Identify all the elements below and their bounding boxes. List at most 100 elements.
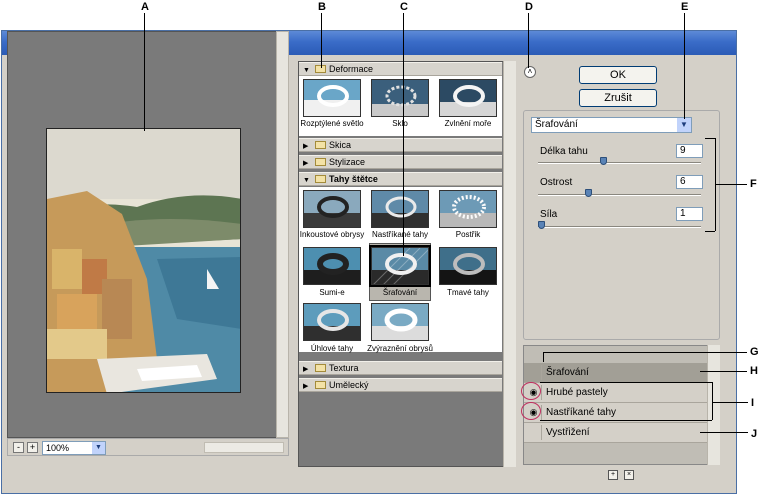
filter-thumb-tmave-tahy[interactable]: [439, 247, 497, 285]
leader-line: [403, 13, 404, 256]
folder-icon: [315, 175, 326, 183]
zoom-value: 100%: [46, 443, 70, 453]
zoom-select[interactable]: 100% ▼: [42, 441, 106, 455]
param-label-stroke-length: Délka tahu: [540, 146, 588, 157]
param-slider-track[interactable]: [538, 194, 701, 196]
filter-label: Úhlové tahy: [310, 344, 354, 353]
filter-select[interactable]: Šrafování ▼: [531, 117, 692, 133]
chevron-down-icon: ▼: [677, 118, 691, 132]
filter-thumb-postrik[interactable]: [439, 190, 497, 228]
cancel-button[interactable]: Zrušit: [579, 89, 657, 107]
filter-thumb-sklo[interactable]: [371, 79, 429, 117]
filter-label: Šrafování: [382, 288, 418, 297]
collapsed-triangle-icon: ▶: [303, 143, 309, 150]
filter-thumb-srafovani[interactable]: [369, 245, 431, 287]
filter-label: Zvýraznění obrysů: [367, 344, 433, 353]
category-stylizace[interactable]: ▶ Stylizace: [299, 155, 502, 169]
filter-label: Postřik: [455, 230, 481, 239]
layers-scrollbar[interactable]: [707, 345, 720, 465]
collapsed-triangle-icon: ▶: [303, 160, 309, 167]
double-chevron-up-icon[interactable]: ˄: [524, 66, 536, 78]
param-slider-track[interactable]: [538, 226, 701, 228]
zoom-out-button[interactable]: -: [13, 442, 24, 453]
effect-layers-panel: Šrafování ◉ Hrubé pastely ◉ Nastříkané t…: [523, 345, 720, 465]
visibility-toggle[interactable]: [526, 425, 542, 440]
param-input-stroke-length[interactable]: 9: [676, 144, 703, 158]
callout-h: H: [750, 365, 758, 377]
preview-scrollbar-vertical[interactable]: [276, 31, 289, 438]
filter-thumb-nastrikane-tahy[interactable]: [371, 190, 429, 228]
callout-e: E: [681, 1, 689, 13]
category-label: Textura: [329, 363, 359, 373]
leader-line: [705, 138, 715, 139]
filter-label: Tmavé tahy: [447, 288, 489, 297]
callout-c: C: [400, 1, 408, 13]
folder-icon: [315, 158, 326, 166]
leader-line: [700, 432, 748, 433]
layer-name: Nastříkané tahy: [546, 407, 617, 418]
param-label-strength: Síla: [540, 209, 558, 220]
category-skica[interactable]: ▶ Skica: [299, 138, 502, 152]
ok-button[interactable]: OK: [579, 66, 657, 84]
layer-name: Šrafování: [546, 367, 589, 378]
leader-line: [705, 231, 715, 232]
callout-g: G: [750, 346, 759, 358]
leader-line: [540, 382, 712, 383]
leader-line: [700, 371, 747, 372]
new-effect-layer-icon[interactable]: +: [608, 470, 618, 480]
collapsed-triangle-icon: ▶: [303, 366, 309, 373]
category-label: Umělecký: [329, 380, 369, 390]
visibility-toggle[interactable]: [526, 365, 542, 380]
param-slider-track[interactable]: [538, 162, 701, 164]
callout-f: F: [750, 178, 757, 190]
param-slider-knob[interactable]: [584, 189, 592, 197]
zoom-in-button[interactable]: +: [27, 442, 38, 453]
effect-layer-hrube-pastely[interactable]: ◉ Hrubé pastely: [524, 383, 708, 403]
folder-icon: [315, 141, 326, 149]
param-slider-knob[interactable]: [600, 157, 607, 165]
layer-name: Hrubé pastely: [546, 387, 608, 398]
layer-name: Vystřižení: [546, 427, 590, 438]
folder-icon: [315, 381, 326, 389]
gallery-scrollbar[interactable]: [503, 61, 516, 467]
callout-i: I: [751, 397, 755, 409]
param-input-strength[interactable]: 1: [676, 207, 703, 221]
leader-line: [528, 13, 529, 68]
deformace-thumbnails: Rozptýlené světlo Sklo Zvlnění moře: [299, 76, 502, 136]
callout-d: D: [525, 1, 533, 13]
callout-a: A: [141, 1, 149, 13]
leader-line: [321, 13, 322, 68]
category-deformace[interactable]: ▼ Deformace: [299, 62, 502, 76]
trash-icon[interactable]: ×: [624, 470, 634, 480]
category-tahy-stetce[interactable]: ▼ Tahy štětce: [299, 172, 502, 186]
chevron-down-icon: ▼: [92, 442, 105, 454]
filter-label: Rozptýlené světlo: [300, 119, 364, 128]
filter-thumb-uhlove-tahy[interactable]: [303, 303, 361, 341]
tahy-stetce-thumbnails: Inkoustové obrysy Nastříkané tahy Postři…: [299, 187, 502, 353]
filter-thumb-zvlneni-more[interactable]: [439, 79, 497, 117]
param-input-sharpness[interactable]: 6: [676, 175, 703, 189]
category-textura[interactable]: ▶ Textura: [299, 361, 502, 375]
callout-b: B: [318, 1, 326, 13]
filter-label: Sumi-e: [319, 288, 345, 297]
preview-scrollbar-horizontal[interactable]: [204, 442, 284, 453]
filter-thumb-rozptylene-svetlo[interactable]: [303, 79, 361, 117]
leader-line: [715, 184, 747, 185]
filter-thumb-inkoustove-obrysy[interactable]: [303, 190, 361, 228]
filter-label: Sklo: [392, 119, 408, 128]
filter-label: Zvlnění moře: [444, 119, 492, 128]
leader-line: [684, 13, 685, 119]
preview-image: [46, 128, 241, 393]
category-umelecky[interactable]: ▶ Umělecký: [299, 378, 502, 392]
filter-gallery: ▼ Deformace Rozptýlené světlo Sklo Zvlněn…: [298, 61, 515, 467]
effect-layer-srafovani[interactable]: Šrafování: [524, 363, 708, 383]
filter-thumb-sumi-e[interactable]: [303, 247, 361, 285]
filter-thumb-zvyrazneni-obrysu[interactable]: [371, 303, 429, 341]
filter-select-value: Šrafování: [535, 119, 578, 130]
effect-layer-vystrizeni[interactable]: Vystřižení: [524, 423, 708, 443]
leader-line: [543, 352, 747, 353]
leader-line: [712, 402, 748, 403]
eye-highlight-ring: [521, 382, 541, 400]
filter-label: Nastříkané tahy: [371, 230, 429, 239]
param-slider-knob[interactable]: [538, 221, 545, 229]
